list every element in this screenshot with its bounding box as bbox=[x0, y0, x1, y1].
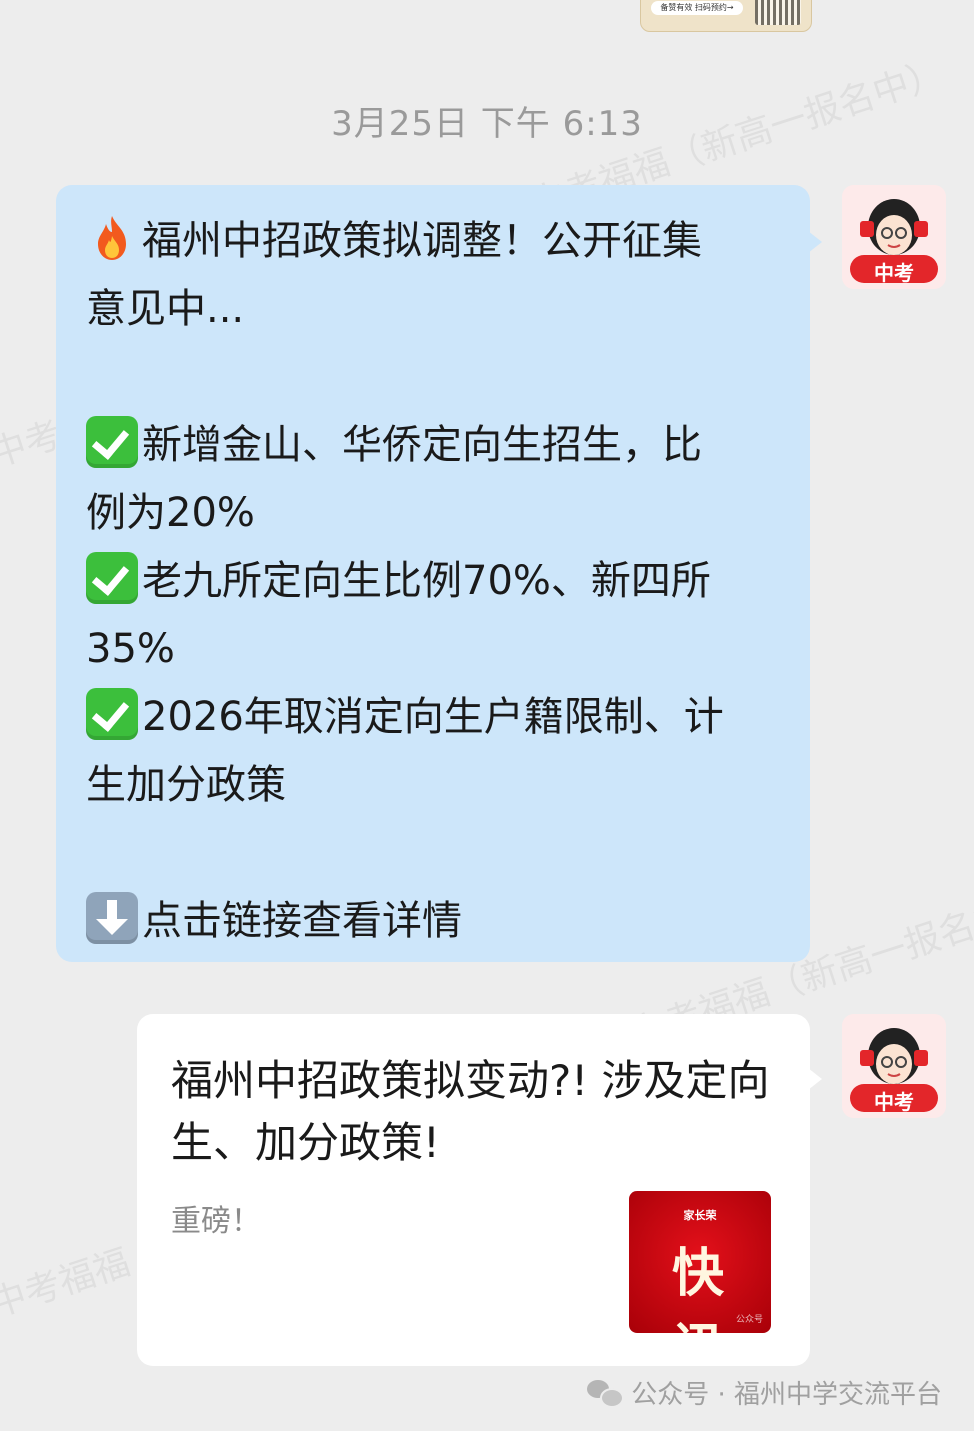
check-mark-icon bbox=[86, 688, 138, 740]
down-arrow-icon bbox=[86, 892, 138, 944]
qr-code-icon bbox=[755, 0, 801, 25]
message-line: 生加分政策 bbox=[86, 751, 780, 819]
source-footer-label: 公众号 · 福州中学交流平台 bbox=[631, 1380, 942, 1410]
avatar[interactable]: 中考 bbox=[842, 1014, 946, 1118]
card-pill-label: 备赞有效 扫码预约→ bbox=[651, 1, 743, 15]
wechat-icon bbox=[587, 1379, 625, 1408]
message-line: 例为20% bbox=[86, 479, 780, 547]
message-line: 35% bbox=[86, 615, 780, 683]
message-line-text: 2026年取消定向生户籍限制、计 bbox=[142, 694, 724, 740]
message-line-text: 生加分政策 bbox=[86, 762, 286, 808]
message-line-text: 老九所定向生比例70%、新四所 bbox=[142, 558, 711, 604]
message-line: 新增金山、华侨定向生招生，比 bbox=[86, 411, 780, 479]
avatar[interactable]: 中考 bbox=[842, 185, 946, 289]
link-card-message[interactable]: 福州中招政策拟变动?! 涉及定向生、加分政策! 重磅！ 家长荣 快讯 公众号 bbox=[137, 1014, 822, 1366]
thumbnail-brand: 家长荣 bbox=[683, 1209, 717, 1222]
message-line-text: 福州中招政策拟调整！公开征集 bbox=[142, 218, 702, 264]
thumbnail-footer: 公众号 bbox=[735, 1315, 763, 1325]
avatar-badge: 中考 bbox=[874, 1090, 914, 1114]
link-card-title: 福州中招政策拟变动?! 涉及定向生、加分政策! bbox=[171, 1056, 770, 1167]
check-mark-icon bbox=[86, 552, 138, 604]
link-card-description: 重磅！ bbox=[171, 1204, 261, 1239]
chat-message-bubble[interactable]: 福州中招政策拟调整！公开征集意见中... 新增金山、华侨定向生招生，比例为20% 老… bbox=[56, 185, 822, 962]
message-line: 老九所定向生比例70%、新四所 bbox=[86, 547, 780, 615]
message-timestamp: 3月25日 下午 6:13 bbox=[331, 104, 643, 144]
message-line: 福州中招政策拟调整！公开征集 bbox=[86, 207, 780, 275]
previous-message-card[interactable]: 备赞有效 扫码预约→ bbox=[640, 0, 812, 32]
message-line-text: 新增金山、华侨定向生招生，比 bbox=[142, 422, 702, 468]
source-footer: 公众号 · 福州中学交流平台 bbox=[587, 1374, 942, 1411]
message-line: 意见中... bbox=[86, 275, 780, 343]
check-mark-icon bbox=[86, 416, 138, 468]
message-line: 点击链接查看详情 bbox=[86, 887, 780, 955]
message-line: 2026年取消定向生户籍限制、计 bbox=[86, 683, 780, 751]
link-card-thumbnail: 家长荣 快讯 公众号 bbox=[629, 1191, 771, 1333]
message-line-text: 例为20% bbox=[86, 490, 255, 536]
avatar-badge: 中考 bbox=[874, 261, 914, 285]
fire-icon bbox=[86, 212, 138, 264]
message-line-text: 意见中... bbox=[86, 286, 245, 332]
message-line-text: 35% bbox=[86, 626, 175, 672]
message-line-text: 点击链接查看详情 bbox=[142, 898, 462, 944]
